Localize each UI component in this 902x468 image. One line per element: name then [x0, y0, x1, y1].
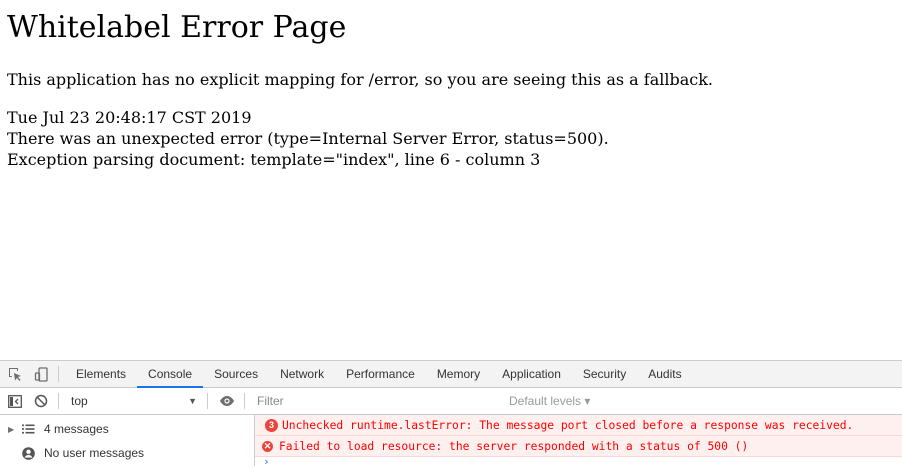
sidebar-item-label: 4 messages	[44, 422, 109, 436]
devtools-tabbar: Elements Console Sources Network Perform…	[0, 361, 902, 388]
context-selector[interactable]: top ▼	[65, 391, 203, 411]
dropdown-arrow-icon: ▼	[188, 396, 197, 406]
toolbar-separator	[244, 393, 245, 409]
exception-line: Exception parsing document: template="in…	[7, 150, 541, 169]
user-icon	[20, 446, 36, 460]
intro-text: This application has no explicit mapping…	[7, 70, 713, 89]
repeat-count-badge: 3	[265, 418, 278, 432]
clear-console-icon[interactable]	[28, 388, 54, 414]
error-status-line: There was an unexpected error (type=Inte…	[7, 129, 609, 148]
tab-sources[interactable]: Sources	[203, 361, 269, 387]
console-messages: 3 Unchecked runtime.lastError: The messa…	[255, 415, 902, 467]
device-toolbar-icon[interactable]	[28, 361, 54, 387]
tab-application[interactable]: Application	[491, 361, 572, 387]
message-text: Failed to load resource: the server resp…	[279, 439, 749, 453]
tab-elements[interactable]: Elements	[65, 361, 137, 387]
show-sidebar-icon[interactable]	[2, 388, 28, 414]
console-sidebar: ▶ 4 messages No user messages	[0, 415, 255, 466]
console-filter-input[interactable]	[251, 391, 503, 411]
tab-audits[interactable]: Audits	[637, 361, 692, 387]
error-timestamp: Tue Jul 23 20:48:17 CST 2019	[7, 108, 252, 127]
tabbar-separator	[58, 366, 59, 382]
tab-network[interactable]: Network	[269, 361, 335, 387]
expand-triangle-icon: ▶	[8, 424, 15, 434]
console-prompt-icon[interactable]: ›	[263, 456, 902, 467]
sidebar-item-messages[interactable]: ▶ 4 messages	[0, 417, 254, 441]
toolbar-separator	[58, 393, 59, 409]
list-icon	[20, 424, 36, 434]
console-body: ▶ 4 messages No user messages 3 Unchecke…	[0, 415, 902, 467]
error-details: Tue Jul 23 20:48:17 CST 2019 There was a…	[7, 107, 609, 170]
console-toolbar: top ▼ Default levels ▾	[0, 388, 902, 415]
tab-performance[interactable]: Performance	[335, 361, 426, 387]
context-value: top	[71, 394, 88, 408]
sidebar-item-user-messages[interactable]: No user messages	[0, 441, 254, 465]
toolbar-separator	[207, 393, 208, 409]
console-error-message[interactable]: 3 Unchecked runtime.lastError: The messa…	[255, 415, 902, 436]
error-icon: ✕	[262, 440, 273, 452]
tab-security[interactable]: Security	[572, 361, 637, 387]
message-text: Unchecked runtime.lastError: The message…	[282, 418, 854, 432]
sidebar-item-label: No user messages	[44, 446, 145, 460]
page-title: Whitelabel Error Page	[7, 10, 347, 45]
inspect-element-icon[interactable]	[2, 361, 28, 387]
log-levels-dropdown[interactable]: Default levels ▾	[509, 394, 590, 408]
live-expression-eye-icon[interactable]	[214, 388, 240, 414]
tab-memory[interactable]: Memory	[426, 361, 491, 387]
tab-console[interactable]: Console	[137, 361, 204, 388]
console-error-message[interactable]: ✕ Failed to load resource: the server re…	[255, 436, 902, 457]
devtools-panel: Elements Console Sources Network Perform…	[0, 360, 902, 467]
